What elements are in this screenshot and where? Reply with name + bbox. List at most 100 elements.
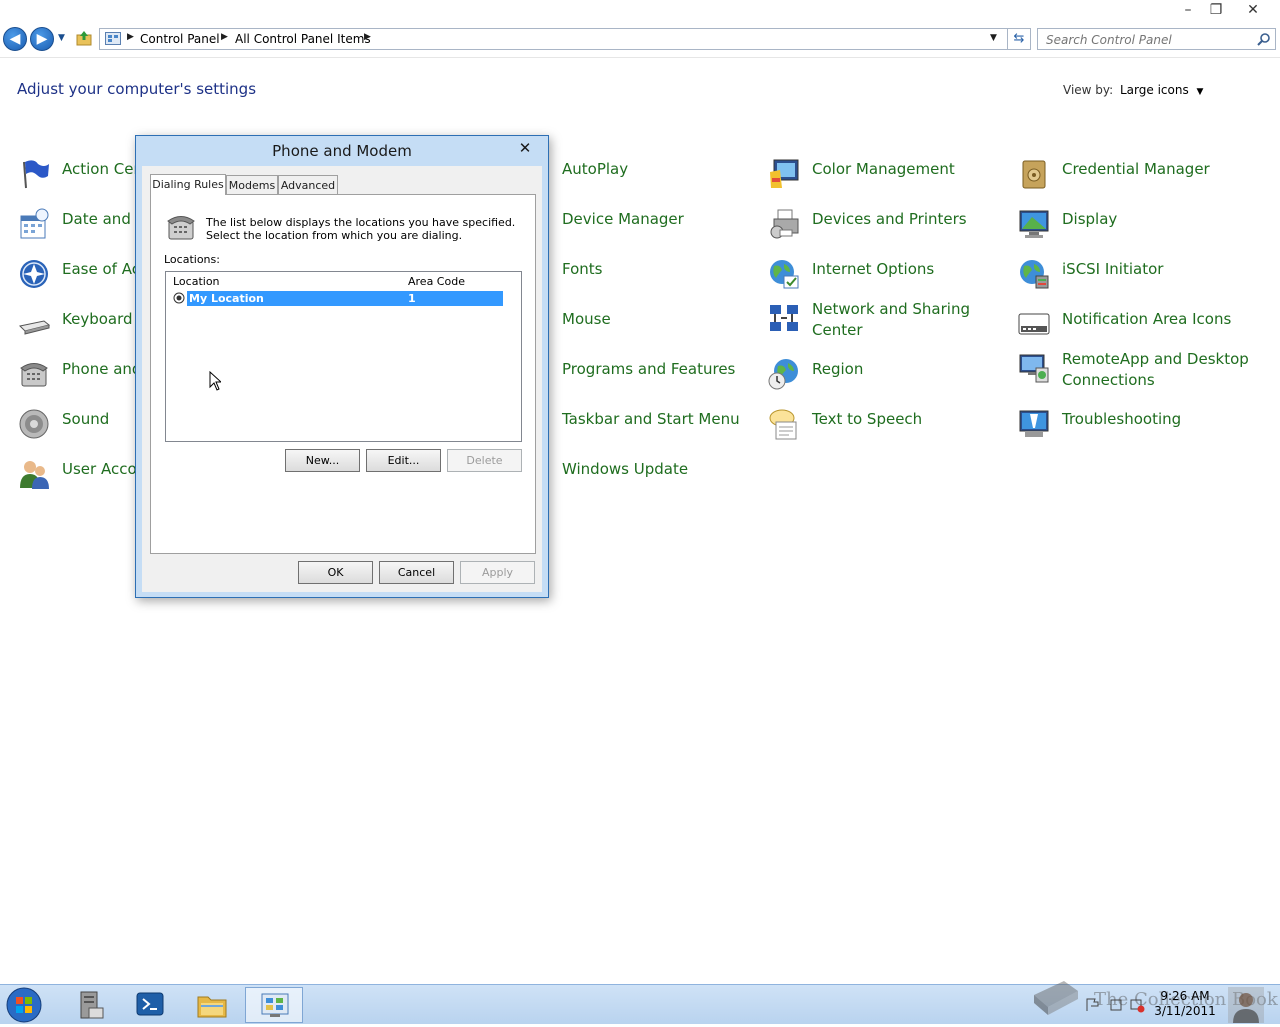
toolbar-divider xyxy=(0,57,1280,58)
phone-icon xyxy=(167,216,195,240)
mouse-cursor-icon xyxy=(209,371,221,391)
users-icon xyxy=(20,461,49,489)
cp-item-label: Windows Update xyxy=(562,460,689,478)
cp-item-label: Taskbar and Start Menu xyxy=(562,410,740,428)
cp-item-label: Mouse xyxy=(562,310,611,328)
close-window-button[interactable]: ✕ xyxy=(1240,1,1266,19)
iscsi-globe-icon xyxy=(1020,260,1049,289)
chevron-down-icon: ▼ xyxy=(1196,87,1204,97)
view-by-label: View by: xyxy=(1063,83,1114,97)
cp-item-label: Troubleshooting xyxy=(1062,410,1182,428)
printer-icon xyxy=(770,209,799,239)
column-header-area-code[interactable]: Area Code xyxy=(408,275,465,288)
flag-icon xyxy=(23,160,49,189)
new-button[interactable]: New... xyxy=(285,449,360,472)
cp-item-label: Network and Sharing Center xyxy=(812,300,970,339)
column-header-location[interactable]: Location xyxy=(173,275,220,288)
up-folder-icon xyxy=(76,31,92,46)
table-row[interactable]: My Location 1 xyxy=(187,291,503,306)
refresh-icon: ⇆ xyxy=(1013,31,1025,46)
clock-date: 3/11/2011 xyxy=(1154,1004,1216,1018)
cp-item-label: Color Management xyxy=(812,160,955,178)
credential-vault-icon xyxy=(1022,160,1046,189)
location-name-cell: My Location xyxy=(189,292,264,305)
search-input[interactable] xyxy=(1044,31,1253,49)
tab-advanced[interactable]: Advanced xyxy=(278,175,338,194)
cancel-button[interactable]: Cancel xyxy=(379,561,454,584)
dialog-close-button[interactable]: ✕ xyxy=(515,139,535,157)
system-tray-icons[interactable] xyxy=(1085,997,1145,1013)
recent-pages-dropdown[interactable]: ▼ xyxy=(58,33,65,43)
cp-item-label: Programs and Features xyxy=(562,360,736,378)
clock-time: 9:26 AM xyxy=(1160,989,1210,1003)
cp-item-label: Text to Speech xyxy=(812,410,923,428)
area-code-cell: 1 xyxy=(408,292,416,305)
cp-item-label: Notification Area Icons xyxy=(1062,310,1232,328)
breadcrumb-separator-icon: ▶ xyxy=(221,32,228,42)
search-icon[interactable] xyxy=(1257,32,1271,46)
ease-of-access-icon xyxy=(20,260,48,288)
troubleshooting-icon xyxy=(1019,410,1049,437)
control-panel-icon xyxy=(105,32,121,45)
globe-icon xyxy=(770,260,799,289)
cp-item-label: RemoteApp and Desktop Connections xyxy=(1062,350,1249,389)
control-panel-icon xyxy=(261,993,289,1017)
close-icon: ✕ xyxy=(518,139,532,157)
ok-button[interactable]: OK xyxy=(298,561,373,584)
forward-arrow-icon: ▶ xyxy=(36,31,48,47)
cp-item-label: Region xyxy=(812,360,864,378)
phone-and-modem-dialog: Phone and Modem ✕ Dialing Rules Modems A… xyxy=(135,135,549,598)
minimize-button[interactable]: – xyxy=(1175,1,1201,19)
taskbar-server-manager[interactable] xyxy=(60,987,118,1023)
dialog-title: Phone and Modem xyxy=(272,142,412,160)
taskbar: The Collection Book 9:26 AM 3/11/2011 xyxy=(0,981,1280,1024)
breadcrumb-control-panel[interactable]: Control Panel xyxy=(140,32,220,46)
start-button[interactable] xyxy=(4,986,44,1024)
apply-button[interactable]: Apply xyxy=(460,561,535,584)
user-avatar-icon xyxy=(1228,987,1264,1023)
refresh-button[interactable]: ⇆ xyxy=(1007,28,1031,50)
calendar-clock-icon xyxy=(20,208,49,239)
cp-item-label: AutoPlay xyxy=(562,160,629,178)
cp-item-label: Credential Manager xyxy=(1062,160,1210,178)
remoteapp-icon xyxy=(1019,354,1049,383)
region-globe-icon xyxy=(768,359,798,390)
search-box[interactable] xyxy=(1037,28,1276,50)
cp-item-label: Display xyxy=(1062,210,1118,228)
color-management-icon xyxy=(770,159,799,188)
back-button[interactable]: ◀ xyxy=(3,27,27,51)
speech-bubble-icon xyxy=(769,409,797,440)
up-folder-button[interactable] xyxy=(76,30,92,46)
tab-dialing-rules[interactable]: Dialing Rules xyxy=(150,174,226,195)
server-manager-icon xyxy=(80,991,104,1019)
view-by-dropdown[interactable]: Large icons ▼ xyxy=(1120,83,1203,97)
dialing-rules-description: The list below displays the locations yo… xyxy=(206,216,516,242)
radio-selected-icon xyxy=(173,292,185,304)
keyboard-icon xyxy=(18,320,50,335)
address-dropdown-icon[interactable]: ▼ xyxy=(990,33,997,43)
taskbar-powershell[interactable] xyxy=(121,987,179,1023)
edit-button[interactable]: Edit... xyxy=(366,449,441,472)
forward-button[interactable]: ▶ xyxy=(30,27,54,51)
back-arrow-icon: ◀ xyxy=(9,31,21,47)
book-watermark-icon xyxy=(1034,981,1078,1015)
folder-icon xyxy=(197,996,227,1018)
system-clock[interactable]: 9:26 AM 3/11/2011 xyxy=(1150,989,1220,1019)
delete-button[interactable]: Delete xyxy=(447,449,522,472)
tab-modems[interactable]: Modems xyxy=(226,175,278,194)
monitor-icon xyxy=(1019,210,1049,238)
locations-list[interactable]: Location Area Code My Location 1 xyxy=(165,271,522,442)
taskbar-explorer[interactable] xyxy=(182,987,240,1023)
cp-item-label: Devices and Printers xyxy=(812,210,967,228)
taskbar-control-panel[interactable] xyxy=(245,987,303,1023)
address-bar[interactable]: ▶ Control Panel ▶ All Control Panel Item… xyxy=(99,28,1031,50)
cp-item-label: iSCSI Initiator xyxy=(1062,260,1164,278)
cp-item-label: Internet Options xyxy=(812,260,935,278)
windows-start-icon xyxy=(6,987,42,1023)
maximize-button[interactable]: ❐ xyxy=(1203,1,1229,19)
powershell-icon xyxy=(136,992,164,1016)
breadcrumb-all-items[interactable]: All Control Panel Items xyxy=(235,32,371,46)
network-icon xyxy=(770,305,798,331)
dialing-rules-panel: The list below displays the locations yo… xyxy=(150,194,536,554)
dialog-body: Dialing Rules Modems Advanced The list b… xyxy=(142,166,542,592)
